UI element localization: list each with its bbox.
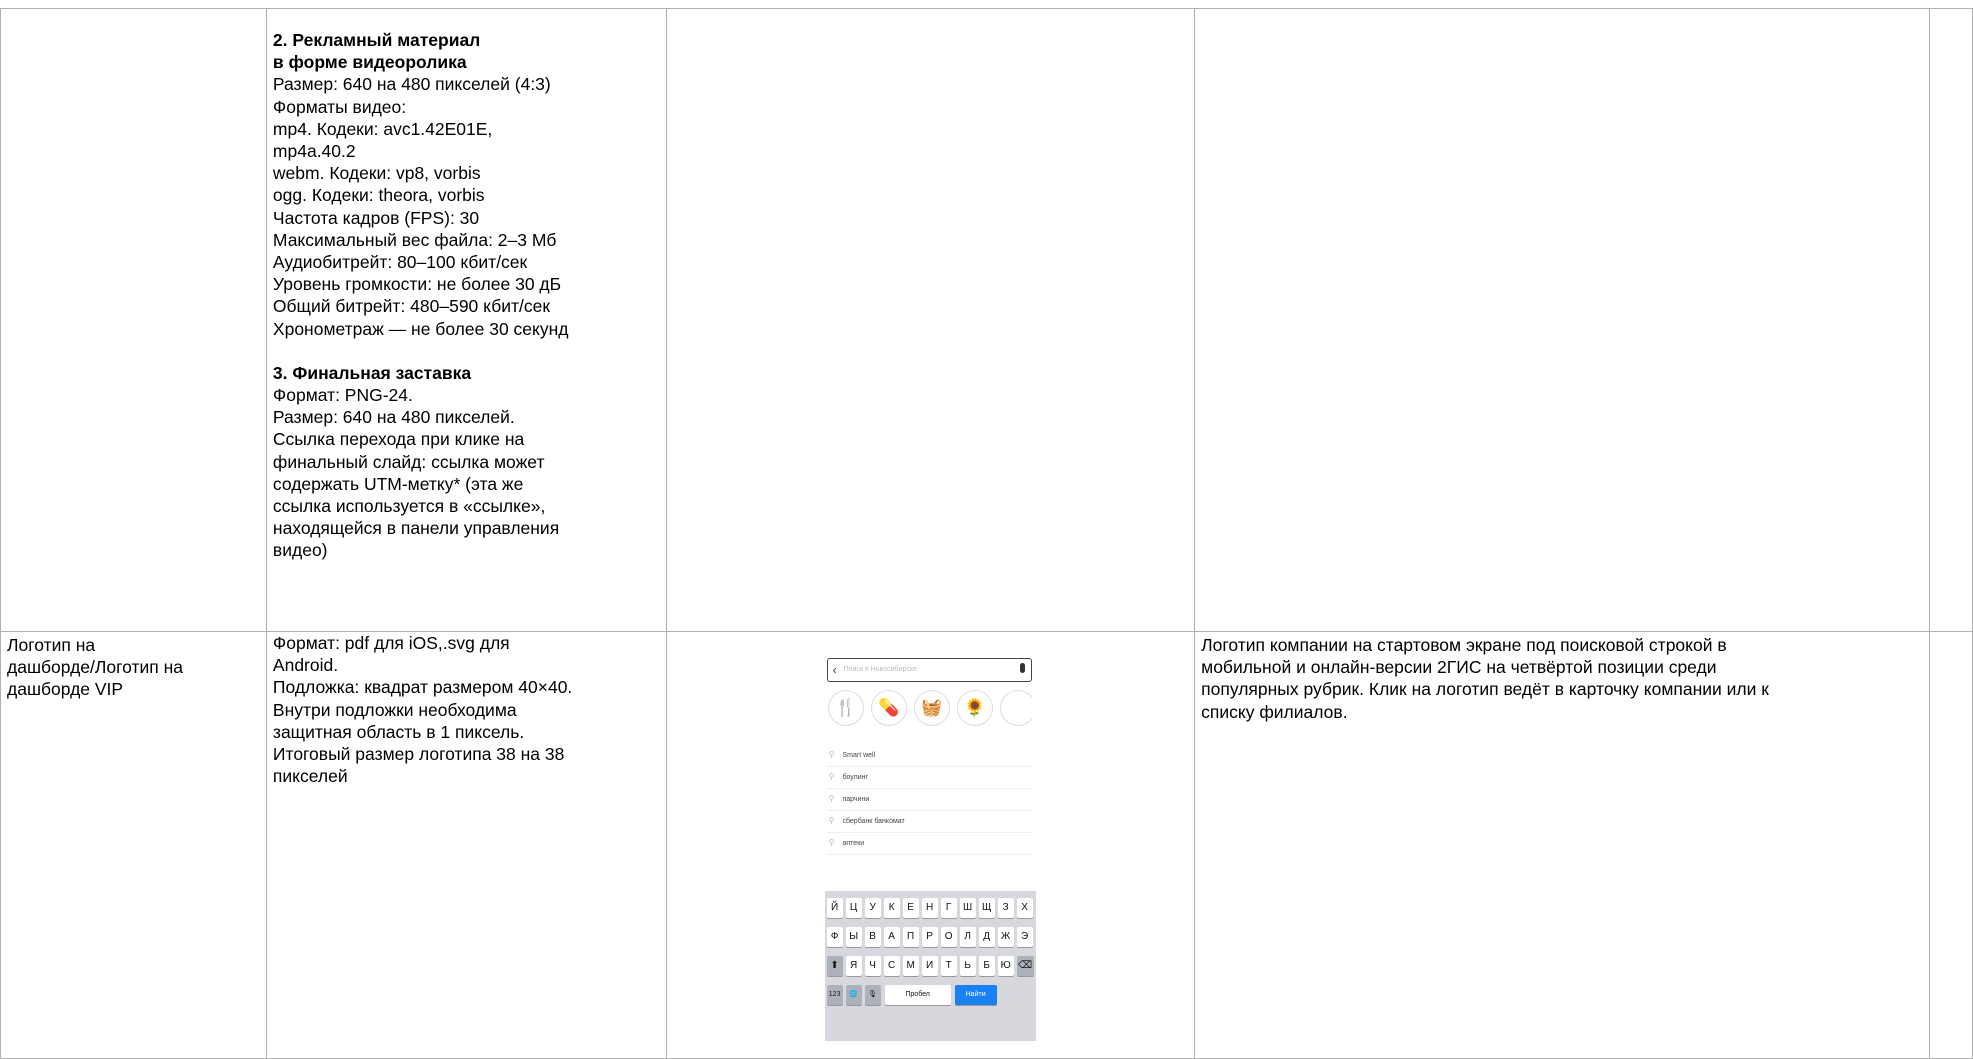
rubric-item: 🧺 Продукты xyxy=(913,690,951,736)
placement-name: Логотип на дашборде/Логотип на дашборде … xyxy=(7,635,183,700)
fork-knife-icon: 🍴 xyxy=(827,690,864,726)
keyboard-key: Ф xyxy=(826,927,843,947)
microphone-icon xyxy=(1019,663,1025,673)
search-icon: ⚲ xyxy=(828,772,835,781)
keyboard-key: Ч xyxy=(864,956,881,976)
keyboard-key: Д xyxy=(978,927,995,947)
keyboard-key: Ш xyxy=(959,898,976,918)
list-item: ⚲ сбербанк банкомат xyxy=(826,810,1032,833)
search-icon: ⚲ xyxy=(828,750,835,759)
phone-screenshot: ‹ Поиск в Новосибирске 🍴 Поесть 💊 Аптеки 🧺 Пр… xyxy=(822,656,1036,1046)
shift-icon: ⬆ xyxy=(826,956,843,976)
keyboard-key: Б xyxy=(978,956,995,976)
rubric-label: Аптеки xyxy=(870,729,908,736)
keyboard-key: Ю xyxy=(997,956,1014,976)
table-row: 2. Рекламный материал в форме видеоролик… xyxy=(0,8,1973,632)
keyboard-key: Щ xyxy=(978,898,995,918)
pills-icon: 💊 xyxy=(870,690,907,726)
video-specs: Размер: 640 на 480 пикселей (4:3) Формат… xyxy=(272,74,569,339)
partial-icon xyxy=(999,690,1032,726)
basket-icon: 🧺 xyxy=(913,690,950,726)
sunflower-icon: 🌻 xyxy=(956,690,993,726)
table-cell xyxy=(1194,8,1931,632)
table-cell: 2. Рекламный материал в форме видеоролик… xyxy=(265,8,667,632)
search-go-key: Найти xyxy=(954,985,997,1005)
rubric-item: Яс xyxy=(999,690,1032,736)
keyboard-key: Р xyxy=(921,927,938,947)
space-key: Пробел xyxy=(884,985,951,1005)
keyboard: Й Ц У К Е Н Г Ш Щ З Х Ф Ы В А П Р О Л Д Ж Э ⬆ Я Ч С М И Т Ь Б Ю ⌫ 123 🌐 🎙 Пр… xyxy=(824,891,1036,1041)
list-item: ⚲ Smart well xyxy=(826,744,1032,767)
list-item: ⚲ парчини xyxy=(826,788,1032,811)
section-heading: 2. Рекламный материал в форме видеоролик… xyxy=(272,30,481,73)
rubric-item: 🌻 ЯрмаЛета xyxy=(956,690,994,736)
keyboard-key: З xyxy=(997,898,1014,918)
keyboard-key: С xyxy=(883,956,900,976)
keyboard-key: М xyxy=(902,956,919,976)
table-row: Логотип на дашборде/Логотип на дашборде … xyxy=(0,631,1973,1059)
rubric-label: Яс xyxy=(999,729,1032,736)
placement-description: Логотип компании на стартовом экране под… xyxy=(1201,635,1769,722)
search-icon: ⚲ xyxy=(828,794,835,803)
rubric-label: Поесть xyxy=(827,729,865,736)
microphone-icon: 🎙 xyxy=(864,985,881,1005)
back-arrow-icon: ‹ xyxy=(832,663,837,677)
list-item: ⚲ боулинг xyxy=(826,766,1032,789)
keyboard-key: Л xyxy=(959,927,976,947)
list-item: ⚲ аптеки xyxy=(826,832,1032,855)
keyboard-key: Ц xyxy=(845,898,862,918)
keyboard-key: Н xyxy=(921,898,938,918)
table-cell xyxy=(1929,8,1973,632)
table-cell xyxy=(0,8,267,632)
search-icon: ⚲ xyxy=(828,816,835,825)
keyboard-key: Э xyxy=(1016,927,1033,947)
globe-icon: 🌐 xyxy=(845,985,862,1005)
logo-specs: Формат: pdf для iOS,.svg для Android. По… xyxy=(272,633,573,787)
rubric-label: ЯрмаЛета xyxy=(956,729,994,736)
keyboard-key: Х xyxy=(1016,898,1033,918)
rubric-item: 🍴 Поесть xyxy=(827,690,865,736)
keyboard-key: Й xyxy=(826,898,843,918)
keyboard-key: Я xyxy=(845,956,862,976)
keyboard-key: Е xyxy=(902,898,919,918)
keyboard-key: Г xyxy=(940,898,957,918)
search-icon: ⚲ xyxy=(828,838,835,847)
suggestion-text: боулинг xyxy=(842,774,869,781)
keyboard-key: К xyxy=(883,898,900,918)
table-cell: Формат: pdf для iOS,.svg для Android. По… xyxy=(265,631,667,1059)
keyboard-key: Ь xyxy=(959,956,976,976)
keyboard-key: Ж xyxy=(997,927,1014,947)
section-heading: 3. Финальная заставка xyxy=(272,362,472,383)
keyboard-key: О xyxy=(940,927,957,947)
final-screen-specs: Формат: PNG-24. Размер: 640 на 480 пиксе… xyxy=(272,385,560,561)
keyboard-key: И xyxy=(921,956,938,976)
keyboard-key: А xyxy=(883,927,900,947)
rubric-label: Продукты xyxy=(913,729,951,736)
table-cell xyxy=(665,8,1196,632)
rubric-item: 💊 Аптеки xyxy=(870,690,908,736)
keyboard-key: У xyxy=(864,898,881,918)
suggestion-text: аптеки xyxy=(842,840,865,847)
backspace-icon: ⌫ xyxy=(1016,956,1034,976)
spec-table: 2. Рекламный материал в форме видеоролик… xyxy=(0,8,1973,1059)
numbers-key: 123 xyxy=(826,985,843,1005)
search-placeholder: Поиск в Новосибирске xyxy=(843,666,917,673)
search-bar: ‹ Поиск в Новосибирске xyxy=(826,658,1032,682)
popular-rubrics: 🍴 Поесть 💊 Аптеки 🧺 Продукты 🌻 ЯрмаЛета Яс xyxy=(827,690,1032,736)
keyboard-key: В xyxy=(864,927,881,947)
table-cell: Логотип на дашборде/Логотип на дашборде … xyxy=(0,631,267,1059)
keyboard-key: Т xyxy=(940,956,957,976)
keyboard-key: П xyxy=(902,927,919,947)
table-cell xyxy=(1929,631,1973,1059)
keyboard-key: Ы xyxy=(845,927,862,947)
table-cell: Логотип компании на стартовом экране под… xyxy=(1194,631,1931,1059)
suggestion-text: сбербанк банкомат xyxy=(842,818,905,825)
table-cell: ‹ Поиск в Новосибирске 🍴 Поесть 💊 Аптеки 🧺 Пр… xyxy=(665,631,1196,1059)
suggestion-text: Smart well xyxy=(842,752,876,759)
suggestion-text: парчини xyxy=(842,796,870,803)
